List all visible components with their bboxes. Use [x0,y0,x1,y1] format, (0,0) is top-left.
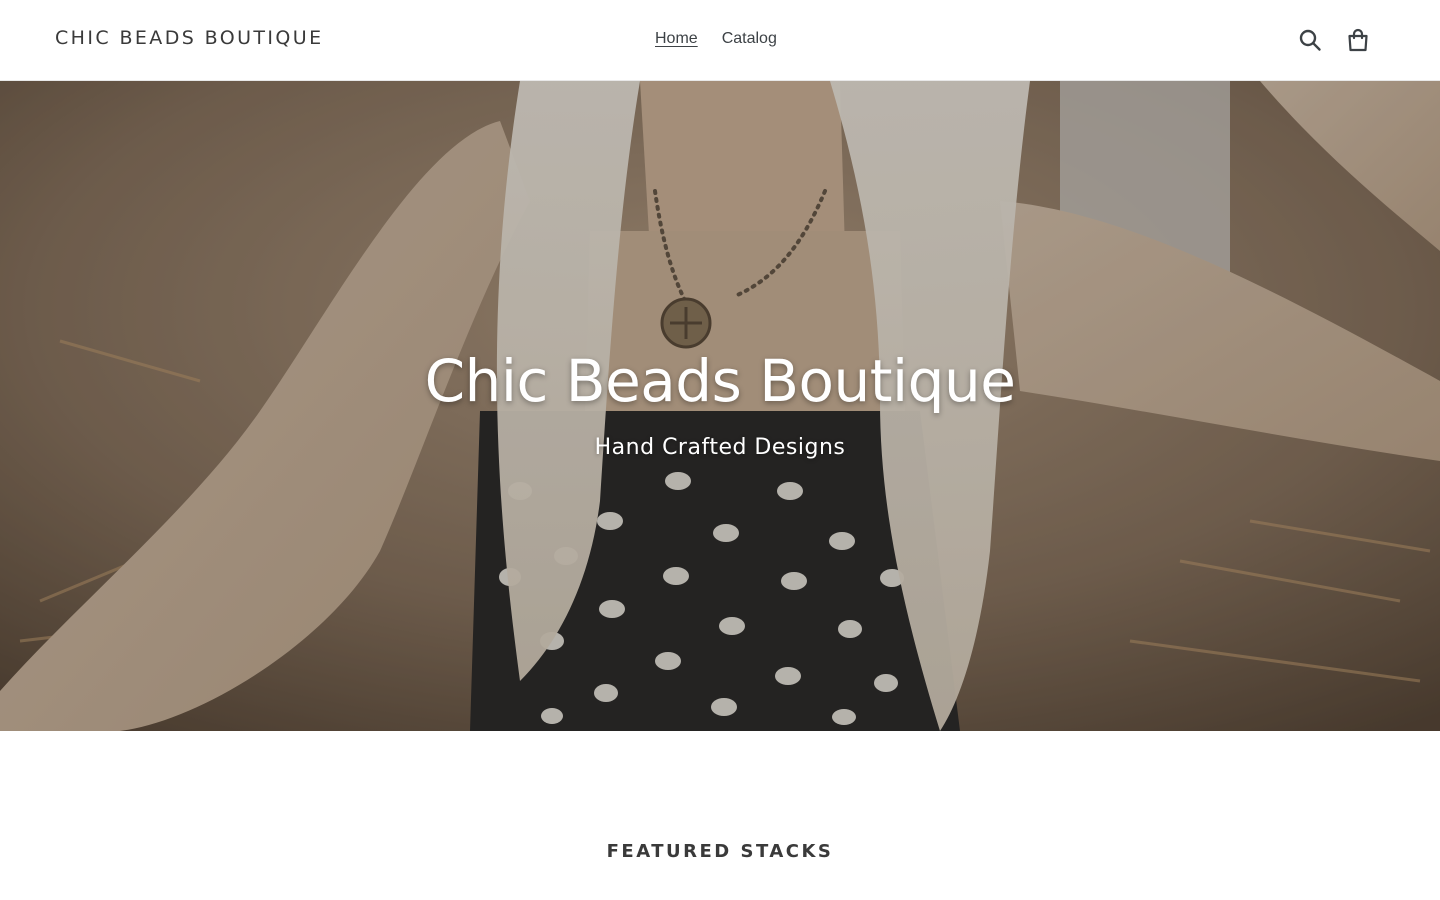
main-nav: Home Catalog [655,30,777,48]
search-icon [1299,29,1321,51]
header-icons [1296,26,1372,54]
nav-link-home[interactable]: Home [655,30,698,48]
cart-icon [1348,28,1368,52]
site-logo[interactable]: CHIC BEADS BOUTIQUE [55,27,323,49]
nav-link-catalog[interactable]: Catalog [722,30,777,48]
hero-subtitle: Hand Crafted Designs [594,435,846,460]
hero-banner: Chic Beads Boutique Hand Crafted Designs [0,81,1440,731]
cart-button[interactable] [1344,26,1372,54]
hero-title: Chic Beads Boutique [424,347,1016,415]
search-button[interactable] [1296,26,1324,54]
featured-heading: FEATURED STACKS [606,841,834,862]
site-header: CHIC BEADS BOUTIQUE Home Catalog [0,0,1440,81]
